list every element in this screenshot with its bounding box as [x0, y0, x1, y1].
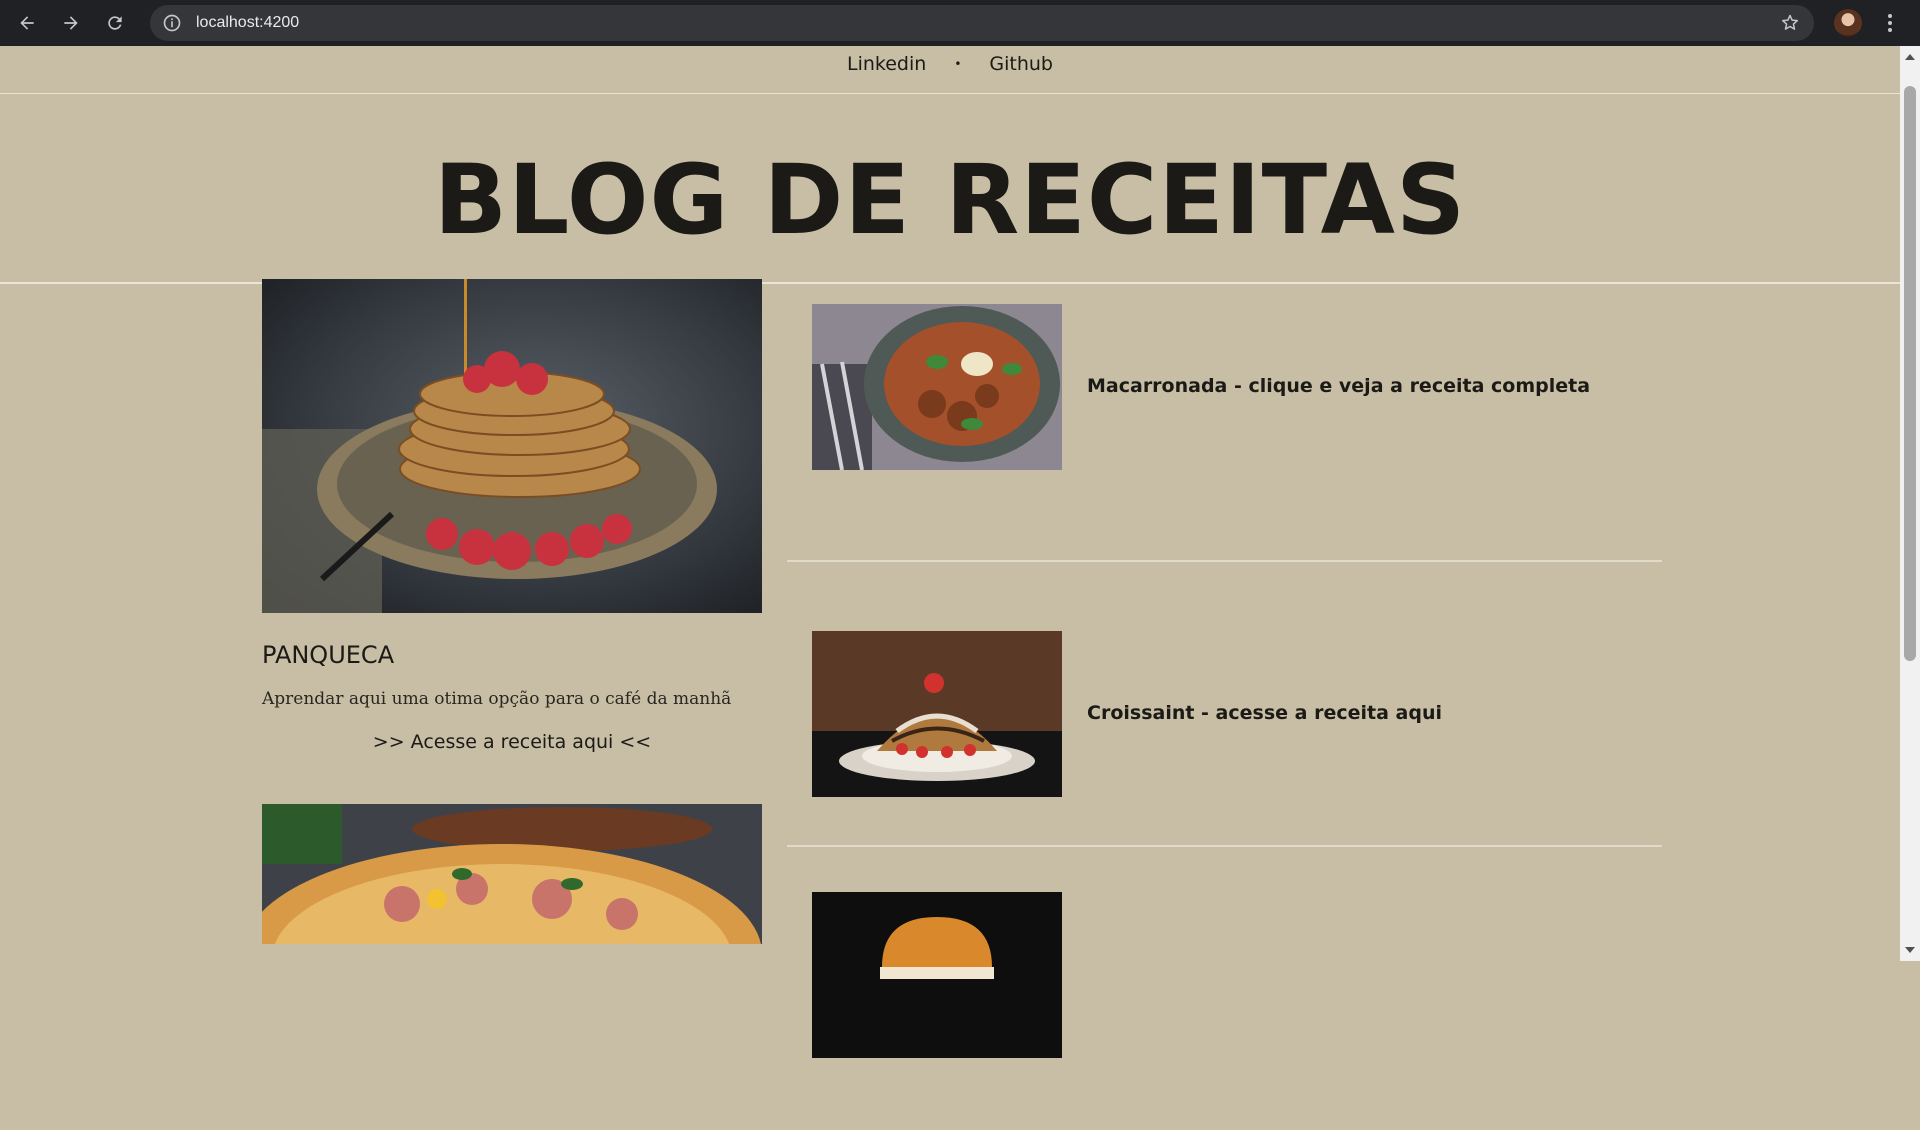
masthead: BLOG DE RECEITAS	[0, 106, 1900, 284]
address-bar[interactable]: localhost:4200	[150, 5, 1814, 41]
back-button[interactable]	[12, 8, 42, 38]
scrollbar-thumb[interactable]	[1904, 86, 1916, 661]
recipe-title-croissaint[interactable]: Croissaint - acesse a receita aqui	[1087, 702, 1442, 724]
nav-separator: •	[954, 56, 962, 71]
featured-recipe-link[interactable]: >> Acesse a receita aqui <<	[262, 731, 762, 753]
featured-title: PANQUECA	[262, 641, 395, 669]
page-title: BLOG DE RECEITAS	[433, 144, 1467, 256]
featured-description: Aprendar aqui uma otima opção para o caf…	[262, 689, 732, 709]
kebab-menu-icon[interactable]	[1880, 12, 1900, 34]
recipe-list-item[interactable]: Croissaint - acesse a receita aqui	[787, 562, 1662, 847]
forward-arrow-icon	[64, 16, 78, 30]
pasta-thumbnail[interactable]	[812, 304, 1062, 470]
nav-link-linkedin[interactable]: Linkedin	[847, 53, 926, 75]
scroll-down-arrow-icon[interactable]	[1905, 947, 1915, 953]
reload-button[interactable]	[100, 8, 130, 38]
vertical-scrollbar[interactable]	[1900, 46, 1920, 961]
bookmark-star-icon[interactable]	[1780, 13, 1800, 33]
pancake-image[interactable]	[262, 279, 762, 613]
featured-recipe: PANQUECA Aprendar aqui uma otima opção p…	[262, 279, 762, 753]
nav-link-github[interactable]: Github	[989, 53, 1053, 75]
burger-thumbnail[interactable]	[812, 892, 1062, 1058]
browser-toolbar: localhost:4200	[0, 0, 1920, 46]
recipe-list-item[interactable]	[787, 847, 1662, 1130]
recipe-list-item[interactable]: Macarronada - clique e veja a receita co…	[787, 279, 1662, 562]
recipe-title-macarronada[interactable]: Macarronada - clique e veja a receita co…	[1087, 375, 1590, 397]
forward-button[interactable]	[56, 8, 86, 38]
back-arrow-icon	[20, 16, 34, 30]
url-text[interactable]: localhost:4200	[196, 14, 299, 32]
site-info-icon[interactable]	[162, 13, 182, 33]
scroll-up-arrow-icon[interactable]	[1905, 54, 1915, 60]
profile-avatar[interactable]	[1834, 9, 1862, 37]
pizza-image[interactable]	[262, 804, 762, 944]
top-nav: Linkedin • Github	[0, 46, 1900, 94]
recipe-list: Macarronada - clique e veja a receita co…	[787, 279, 1662, 1130]
croissant-thumbnail[interactable]	[812, 631, 1062, 797]
reload-icon	[108, 16, 122, 30]
